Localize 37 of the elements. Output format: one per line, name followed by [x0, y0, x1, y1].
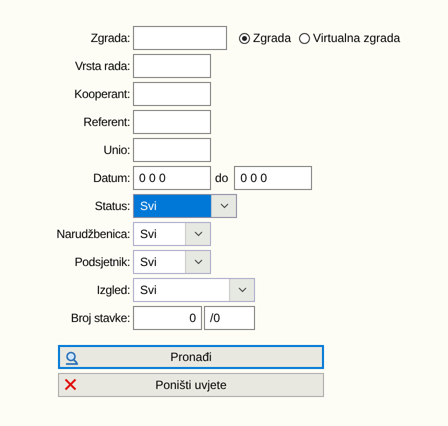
range-separator: do: [214, 171, 230, 185]
dropdown[interactable]: Svi: [133, 194, 237, 218]
caret-icon: [238, 287, 246, 293]
field-label: Kooperant:: [73, 87, 131, 101]
field-label: Podsjetnik:: [74, 255, 131, 269]
caret-icon: [220, 203, 228, 209]
dropdown[interactable]: Svi: [133, 222, 211, 246]
total-field[interactable]: /0: [204, 306, 255, 330]
field-label: Vrsta rada:: [74, 59, 131, 73]
field-label: Status:: [94, 199, 131, 213]
radio-button[interactable]: [299, 32, 310, 44]
text-field[interactable]: [133, 138, 211, 162]
field-label: Zgrada:: [90, 31, 131, 45]
field-label: Broj stavke:: [70, 311, 131, 325]
caret-icon: [194, 259, 202, 265]
radio-button[interactable]: [239, 32, 250, 44]
caret-icon: [194, 231, 202, 237]
text-field[interactable]: [133, 54, 211, 78]
search-icon: [65, 351, 79, 365]
text-field[interactable]: [133, 110, 211, 134]
action-button[interactable]: Pronađi: [58, 345, 324, 369]
text-field[interactable]: [133, 26, 227, 50]
close-icon: [64, 378, 77, 391]
field-label: Narudžbenica:: [56, 227, 131, 241]
date-field[interactable]: 0 0 0: [133, 166, 211, 190]
field-label: Unio:: [102, 143, 131, 157]
field-label: Referent:: [82, 115, 131, 129]
radio-label: Virtualna zgrada: [313, 31, 400, 45]
field-label: Datum:: [92, 171, 131, 185]
field-label: Izgled:: [96, 283, 131, 297]
radio-label: Zgrada: [253, 31, 292, 45]
text-field[interactable]: [133, 82, 211, 106]
count-field[interactable]: 0: [133, 306, 202, 330]
date-field[interactable]: 0 0 0: [234, 166, 312, 190]
dropdown[interactable]: Svi: [133, 250, 211, 274]
action-button[interactable]: Poništi uvjete: [58, 373, 324, 397]
dropdown[interactable]: Svi: [133, 278, 255, 302]
